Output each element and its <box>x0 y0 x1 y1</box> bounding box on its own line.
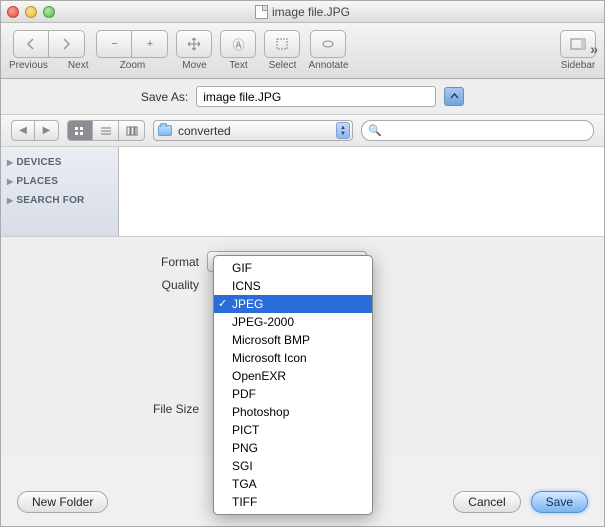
format-option[interactable]: PICT <box>214 421 372 439</box>
format-option[interactable]: OpenEXR <box>214 367 372 385</box>
window-title: image file.JPG <box>272 5 350 19</box>
select-button[interactable] <box>264 30 300 58</box>
save-as-row: Save As: <box>1 79 604 115</box>
popup-arrows-icon: ▲▼ <box>336 122 350 139</box>
format-label: Format <box>21 255 207 269</box>
view-icons-button[interactable] <box>67 120 93 141</box>
sidebar-header-devices[interactable]: ▶DEVICES <box>5 153 114 172</box>
text-label: Text <box>229 60 247 71</box>
select-label: Select <box>269 60 297 71</box>
disclosure-triangle-icon: ▶ <box>7 196 13 205</box>
folder-icon <box>158 125 172 136</box>
zoom-window-button[interactable] <box>43 6 55 18</box>
format-option[interactable]: ICNS <box>214 277 372 295</box>
view-columns-button[interactable] <box>119 120 145 141</box>
quality-label: Quality <box>21 278 207 292</box>
annotate-button[interactable] <box>310 30 346 58</box>
format-option[interactable]: Photoshop <box>214 403 372 421</box>
history-back-button[interactable]: ◀ <box>11 120 35 141</box>
annotate-label: Annotate <box>308 60 348 71</box>
disclosure-triangle-icon: ▶ <box>7 177 13 186</box>
history-forward-button[interactable]: ▶ <box>35 120 59 141</box>
cancel-button[interactable]: Cancel <box>453 491 520 513</box>
zoom-out-button[interactable]: − <box>96 30 132 58</box>
browser-nav: ◀ ▶ converted ▲▼ 🔍 <box>1 115 604 147</box>
view-list-button[interactable] <box>93 120 119 141</box>
zoom-label: Zoom <box>120 60 146 71</box>
disclosure-triangle-icon: ▶ <box>7 158 13 167</box>
document-icon <box>255 5 268 19</box>
sidebar-header-places[interactable]: ▶PLACES <box>5 172 114 191</box>
sidebar-label: Sidebar <box>561 60 595 71</box>
next-label: Next <box>68 60 89 71</box>
move-button[interactable] <box>176 30 212 58</box>
previous-button[interactable] <box>13 30 49 58</box>
save-button[interactable]: Save <box>531 491 588 513</box>
sidebar-label: PLACES <box>16 176 58 187</box>
format-option[interactable]: PNG <box>214 439 372 457</box>
toolbar-overflow-icon[interactable]: » <box>590 41 598 57</box>
format-option[interactable]: GIF <box>214 259 372 277</box>
toolbar: Previous Next − + Zoom Move Ⓐ Text <box>1 23 604 79</box>
sidebar-label: DEVICES <box>16 157 61 168</box>
format-option[interactable]: JPEG-2000 <box>214 313 372 331</box>
sidebar-label: SEARCH FOR <box>16 195 84 206</box>
previous-label: Previous <box>9 60 48 71</box>
format-option[interactable]: TGA <box>214 475 372 493</box>
zoom-in-button[interactable]: + <box>132 30 168 58</box>
format-option[interactable]: PDF <box>214 385 372 403</box>
sidebar-header-search[interactable]: ▶SEARCH FOR <box>5 191 114 210</box>
file-browser-pane[interactable] <box>119 147 604 236</box>
location-popup[interactable]: converted ▲▼ <box>153 120 353 141</box>
format-dropdown[interactable]: GIFICNSJPEGJPEG-2000Microsoft BMPMicroso… <box>213 255 373 515</box>
next-button[interactable] <box>49 30 85 58</box>
close-window-button[interactable] <box>7 6 19 18</box>
format-option[interactable]: JPEG <box>214 295 372 313</box>
format-option[interactable]: Microsoft BMP <box>214 331 372 349</box>
search-icon: 🔍 <box>368 124 382 137</box>
new-folder-button[interactable]: New Folder <box>17 491 108 513</box>
save-as-label: Save As: <box>141 90 188 104</box>
search-field[interactable]: 🔍 <box>361 120 594 141</box>
location-label: converted <box>178 124 231 138</box>
format-option[interactable]: Microsoft Icon <box>214 349 372 367</box>
filesize-label: File Size <box>21 402 207 416</box>
disclosure-button[interactable] <box>444 87 464 106</box>
move-label: Move <box>182 60 206 71</box>
titlebar: image file.JPG <box>1 1 604 23</box>
sidebar: ▶DEVICES ▶PLACES ▶SEARCH FOR <box>1 147 119 236</box>
text-button[interactable]: Ⓐ <box>220 30 256 58</box>
save-as-input[interactable] <box>196 86 436 107</box>
format-option[interactable]: SGI <box>214 457 372 475</box>
format-option[interactable]: TIFF <box>214 493 372 511</box>
search-input[interactable] <box>386 125 587 137</box>
minimize-window-button[interactable] <box>25 6 37 18</box>
